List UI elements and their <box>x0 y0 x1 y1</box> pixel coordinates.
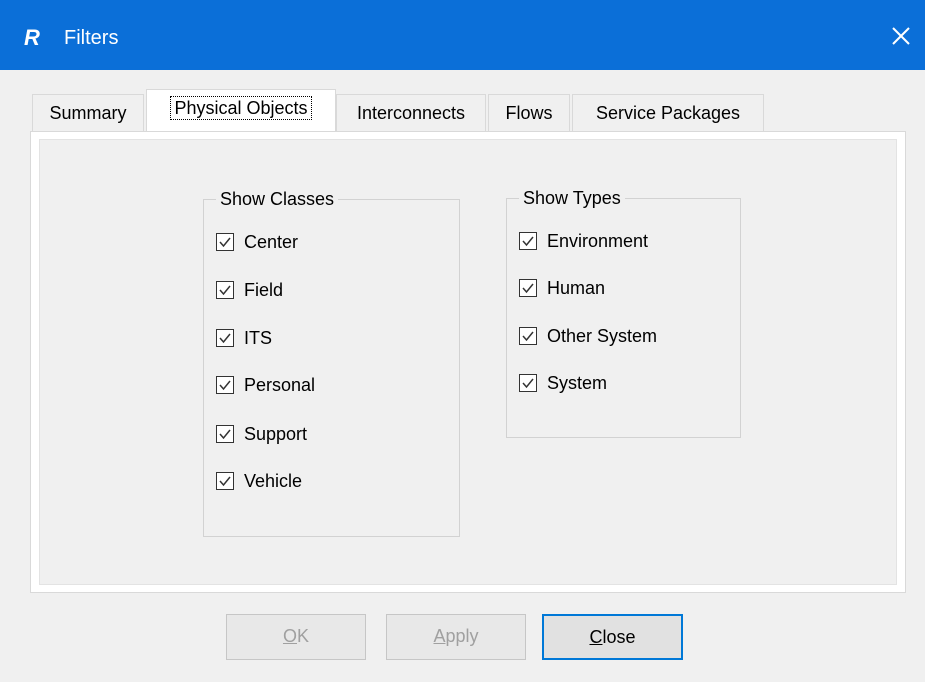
show-types-label: Show Types <box>519 187 625 209</box>
checkbox-center[interactable]: Center <box>216 229 298 255</box>
checkbox-label: System <box>547 372 608 393</box>
show-classes-label: Show Classes <box>216 188 339 210</box>
checkbox-checked-icon <box>519 374 537 392</box>
checkbox-label: Center <box>244 231 299 252</box>
tab-label: Service Packages <box>595 103 741 123</box>
checkbox-system[interactable]: System <box>519 370 607 396</box>
checkbox-checked-icon <box>216 425 234 443</box>
checkbox-personal[interactable]: Personal <box>216 372 315 398</box>
close-button-label: lose <box>602 627 636 647</box>
checkbox-label: Support <box>244 423 308 444</box>
tab-panel: Show Classes Center Field ITS Personal S… <box>30 131 906 593</box>
close-icon[interactable] <box>885 20 917 52</box>
checkbox-support[interactable]: Support <box>216 421 307 447</box>
app-logo-icon: R <box>24 25 40 50</box>
checkbox-its[interactable]: ITS <box>216 325 272 351</box>
checkbox-vehicle[interactable]: Vehicle <box>216 468 302 494</box>
ok-button-mnemonic: O <box>282 626 297 646</box>
tab-service-packages[interactable]: Service Packages <box>572 94 764 131</box>
tab-label: Summary <box>49 103 127 123</box>
tab-label: Flows <box>505 103 553 123</box>
checkbox-label: Vehicle <box>244 470 303 491</box>
checkbox-checked-icon <box>216 233 234 251</box>
checkbox-field[interactable]: Field <box>216 277 283 303</box>
checkbox-label: ITS <box>244 327 273 348</box>
show-types-group: Show Types Environment Human Other Syste… <box>506 187 741 438</box>
window-title: Filters <box>64 27 119 49</box>
checkbox-label: Other System <box>547 325 658 346</box>
tab-label: Physical Objects <box>170 96 312 120</box>
checkbox-human[interactable]: Human <box>519 275 605 301</box>
show-classes-group: Show Classes Center Field ITS Personal S… <box>203 188 460 537</box>
checkbox-environment[interactable]: Environment <box>519 228 648 254</box>
ok-button[interactable]: OK <box>226 614 366 660</box>
checkbox-checked-icon <box>216 281 234 299</box>
checkbox-checked-icon <box>216 376 234 394</box>
tab-summary[interactable]: Summary <box>32 94 144 131</box>
checkbox-label: Field <box>244 279 284 300</box>
apply-button-mnemonic: A <box>433 626 446 646</box>
tab-physical-objects[interactable]: Physical Objects <box>146 89 336 131</box>
apply-button[interactable]: Apply <box>386 614 526 660</box>
checkbox-checked-icon <box>216 472 234 490</box>
title-bar: R Filters <box>0 0 925 70</box>
checkbox-checked-icon <box>519 232 537 250</box>
checkbox-label: Environment <box>547 230 649 251</box>
checkbox-label: Personal <box>244 374 316 395</box>
tab-label: Interconnects <box>356 103 466 123</box>
ok-button-label: K <box>297 626 310 646</box>
apply-button-label: pply <box>445 626 479 646</box>
checkbox-label: Human <box>547 277 606 298</box>
checkbox-checked-icon <box>519 327 537 345</box>
close-button[interactable]: Close <box>542 614 683 660</box>
checkbox-checked-icon <box>519 279 537 297</box>
tab-flows[interactable]: Flows <box>488 94 570 131</box>
checkbox-other-system[interactable]: Other System <box>519 323 657 349</box>
checkbox-checked-icon <box>216 329 234 347</box>
close-button-mnemonic: C <box>589 627 603 647</box>
tab-interconnects[interactable]: Interconnects <box>336 94 486 131</box>
tab-panel-content: Show Classes Center Field ITS Personal S… <box>39 139 897 585</box>
